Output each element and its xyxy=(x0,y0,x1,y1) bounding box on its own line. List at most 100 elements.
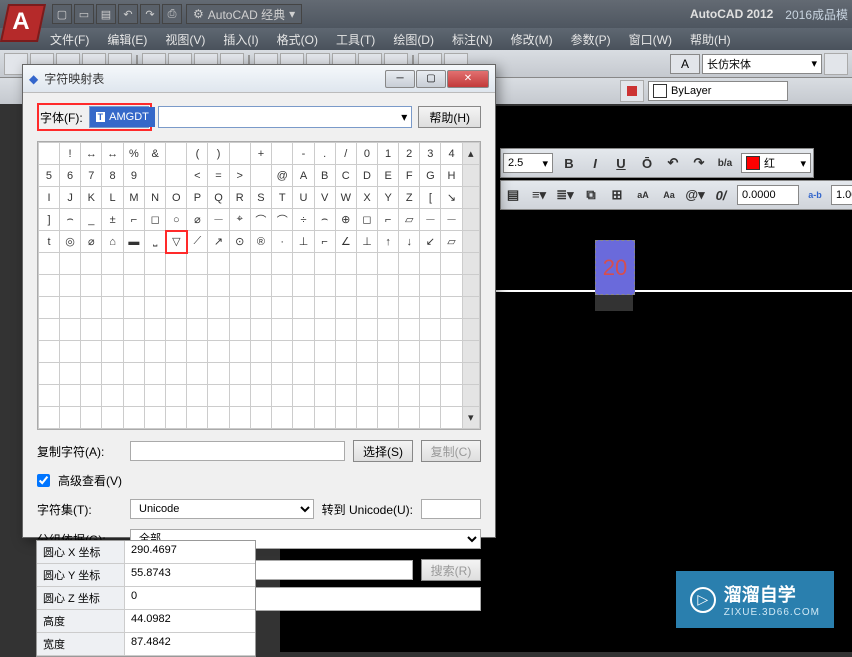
char-cell[interactable]: L xyxy=(102,187,123,209)
char-cell[interactable]: ⌒ xyxy=(272,209,293,231)
char-cell[interactable] xyxy=(208,363,229,385)
char-cell[interactable] xyxy=(250,165,271,187)
char-cell[interactable] xyxy=(145,297,166,319)
char-cell[interactable]: H xyxy=(441,165,462,187)
char-cell[interactable]: ⏥ xyxy=(399,209,420,231)
font-select-ext[interactable]: ▾ xyxy=(158,106,413,128)
char-cell[interactable] xyxy=(208,275,229,297)
char-cell[interactable]: ⌂ xyxy=(102,231,123,253)
char-cell[interactable] xyxy=(102,319,123,341)
char-cell[interactable]: V xyxy=(314,187,335,209)
font-select[interactable]: TAMGDT xyxy=(89,106,149,128)
grid-scrollbar[interactable] xyxy=(462,187,479,209)
char-cell[interactable] xyxy=(399,407,420,429)
char-cell[interactable]: _ xyxy=(81,209,102,231)
char-cell[interactable]: I xyxy=(39,187,60,209)
goto-unicode-input[interactable] xyxy=(421,499,481,519)
grid-scrollbar[interactable] xyxy=(462,319,479,341)
minimize-button[interactable]: ─ xyxy=(385,70,415,88)
mtext-editor[interactable]: 20 xyxy=(595,240,635,310)
grid-scrollbar[interactable]: ▾ xyxy=(462,407,479,429)
char-cell[interactable] xyxy=(378,297,399,319)
char-cell[interactable]: & xyxy=(145,143,166,165)
char-cell[interactable] xyxy=(314,341,335,363)
grid-scrollbar[interactable] xyxy=(462,363,479,385)
char-cell[interactable]: ⌢ xyxy=(314,209,335,231)
char-cell[interactable] xyxy=(399,385,420,407)
char-cell[interactable] xyxy=(356,297,377,319)
char-cell[interactable]: 7 xyxy=(81,165,102,187)
menu-draw[interactable]: 绘图(D) xyxy=(393,31,434,48)
char-cell[interactable] xyxy=(166,341,187,363)
char-cell[interactable]: ± xyxy=(102,209,123,231)
char-cell[interactable] xyxy=(145,275,166,297)
close-button[interactable]: ✕ xyxy=(447,70,489,88)
char-cell[interactable] xyxy=(229,407,250,429)
help-button[interactable]: 帮助(H) xyxy=(418,106,481,128)
prop-value[interactable]: 55.8743 xyxy=(125,564,255,586)
char-cell[interactable] xyxy=(145,407,166,429)
char-cell[interactable] xyxy=(123,407,144,429)
char-cell[interactable] xyxy=(208,319,229,341)
search-button[interactable]: 搜索(R) xyxy=(421,559,481,581)
char-cell[interactable] xyxy=(314,275,335,297)
char-cell[interactable] xyxy=(229,341,250,363)
char-cell[interactable]: ↑ xyxy=(378,231,399,253)
char-cell[interactable] xyxy=(441,341,462,363)
char-cell[interactable] xyxy=(187,341,208,363)
prop-value[interactable]: 0 xyxy=(125,587,255,609)
char-cell[interactable] xyxy=(441,253,462,275)
char-cell[interactable] xyxy=(441,319,462,341)
prop-value[interactable]: 290.4697 xyxy=(125,541,255,563)
char-cell[interactable] xyxy=(229,385,250,407)
char-cell[interactable]: ⌀ xyxy=(81,231,102,253)
char-cell[interactable] xyxy=(250,385,271,407)
char-cell[interactable] xyxy=(272,407,293,429)
char-cell[interactable] xyxy=(441,275,462,297)
char-cell[interactable]: 8 xyxy=(102,165,123,187)
symbol-button[interactable]: @▾ xyxy=(685,185,705,205)
char-cell[interactable] xyxy=(39,363,60,385)
menu-file[interactable]: 文件(F) xyxy=(50,31,89,48)
char-cell[interactable]: J xyxy=(59,187,80,209)
char-cell[interactable]: N xyxy=(145,187,166,209)
char-cell[interactable] xyxy=(420,319,441,341)
lower-button[interactable]: Aa xyxy=(659,185,679,205)
char-cell[interactable] xyxy=(229,363,250,385)
linespace-button[interactable]: ≣▾ xyxy=(555,185,575,205)
char-cell[interactable] xyxy=(59,341,80,363)
char-cell[interactable] xyxy=(145,319,166,341)
char-cell[interactable] xyxy=(293,341,314,363)
char-cell[interactable] xyxy=(229,297,250,319)
grid-scrollbar[interactable] xyxy=(462,253,479,275)
char-cell[interactable] xyxy=(356,407,377,429)
workspace-dropdown[interactable]: ⚙ AutoCAD 经典 ▾ xyxy=(186,4,302,24)
char-cell[interactable]: ⟋ xyxy=(187,231,208,253)
char-cell[interactable] xyxy=(208,253,229,275)
char-cell[interactable] xyxy=(166,385,187,407)
char-cell[interactable] xyxy=(102,341,123,363)
char-cell[interactable] xyxy=(314,385,335,407)
char-cell[interactable] xyxy=(335,407,356,429)
char-cell[interactable] xyxy=(335,297,356,319)
underline-button[interactable]: U xyxy=(611,153,631,173)
text-style-button[interactable]: A xyxy=(670,54,700,74)
char-cell[interactable]: % xyxy=(123,143,144,165)
char-cell[interactable]: 3 xyxy=(420,143,441,165)
char-cell[interactable]: ⌐ xyxy=(314,231,335,253)
char-cell[interactable] xyxy=(145,363,166,385)
char-cell[interactable] xyxy=(399,341,420,363)
char-cell[interactable] xyxy=(314,407,335,429)
properties-palette[interactable]: 圆心 X 坐标290.4697圆心 Y 坐标55.8743圆心 Z 坐标0高度4… xyxy=(36,540,256,657)
char-cell[interactable]: ○ xyxy=(166,209,187,231)
char-cell[interactable]: ⊥ xyxy=(356,231,377,253)
char-cell[interactable]: ⊥ xyxy=(293,231,314,253)
char-cell[interactable] xyxy=(166,407,187,429)
char-cell[interactable]: Q xyxy=(208,187,229,209)
char-cell[interactable] xyxy=(272,297,293,319)
char-cell[interactable]: > xyxy=(229,165,250,187)
char-cell[interactable]: < xyxy=(187,165,208,187)
upper-button[interactable]: aA xyxy=(633,185,653,205)
char-cell[interactable]: - xyxy=(293,143,314,165)
char-cell[interactable]: ◻ xyxy=(356,209,377,231)
